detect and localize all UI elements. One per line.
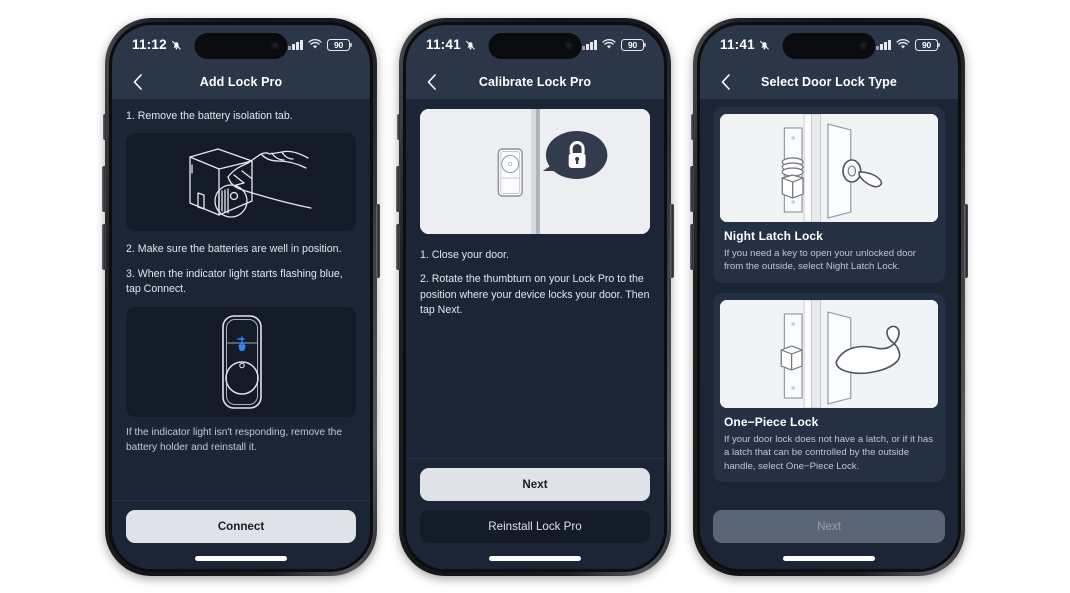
volume-up-button[interactable]: [396, 165, 400, 212]
step-1-text: 1. Close your door.: [420, 248, 509, 261]
bell-off-icon: [171, 40, 181, 50]
battery-level: 90: [627, 39, 638, 50]
page-title: Add Lock Pro: [199, 74, 283, 89]
one-piece-lock-illustration: [720, 299, 938, 408]
instructions-container: 1. Remove the battery isolation tab. 2. …: [112, 99, 370, 500]
connect-button[interactable]: Connect: [126, 509, 356, 543]
dynamic-island: [488, 32, 582, 59]
lock-option-title: Night Latch Lock: [724, 228, 823, 243]
lock-option-description: If your door lock does not have a latch,…: [724, 433, 934, 472]
phone-calibrate-lock-pro: 11:41 90 Calibrate Lock Pro 1. Close you…: [396, 17, 674, 576]
step-2-text: 2. Rotate the thumbturn on your Lock Pro…: [420, 273, 650, 316]
battery-level: 90: [921, 39, 932, 50]
screen-add-lock-pro: 11:12 90 Add Lock Pro 1. Remove the batt…: [112, 24, 370, 569]
battery-level: 90: [333, 39, 344, 50]
step-2-text: 2. Make sure the batteries are well in p…: [126, 243, 342, 255]
screen-content: 1. Close your door. 2. Rotate the thumbt…: [406, 98, 664, 569]
lock-option-night-latch[interactable]: Night Latch Lock If you need a key to op…: [713, 106, 945, 283]
nav-bar: Select Door Lock Type: [700, 65, 958, 99]
status-time-group: 11:41: [720, 37, 770, 52]
volume-down-button[interactable]: [102, 223, 106, 270]
home-indicator[interactable]: [195, 556, 287, 561]
cellular-signal-icon: [876, 40, 891, 50]
phone-add-lock-pro: 11:12 90 Add Lock Pro 1. Remove the batt…: [102, 17, 380, 576]
indicator-note-text: If the indicator light isn't responding,…: [126, 426, 343, 453]
status-bar: 11:41 90: [700, 25, 958, 65]
front-camera: [564, 41, 574, 50]
volume-up-button[interactable]: [102, 165, 106, 212]
footer-action-bar: Next Reinstall Lock Pro: [406, 457, 664, 569]
page-title: Calibrate Lock Pro: [478, 74, 592, 89]
battery-icon: 90: [327, 38, 352, 51]
phone-select-door-lock-type: 11:41 90 Select Door Lock Type Night Lat…: [690, 17, 968, 576]
wifi-icon: [602, 39, 616, 49]
status-time: 11:41: [720, 37, 755, 52]
back-button[interactable]: [420, 71, 442, 93]
front-camera: [858, 41, 868, 50]
power-button[interactable]: [670, 203, 674, 278]
silent-switch[interactable]: [103, 113, 107, 140]
dynamic-island: [194, 32, 288, 59]
battery-icon: 90: [621, 38, 646, 51]
screen-select-door-lock-type: 11:41 90 Select Door Lock Type Night Lat…: [700, 24, 958, 569]
dynamic-island: [782, 32, 876, 59]
status-bar: 11:12 90: [112, 25, 370, 65]
bell-off-icon: [759, 40, 769, 50]
lock-option-description: If you need a key to open your unlocked …: [724, 247, 917, 273]
bell-off-icon: [465, 40, 475, 50]
home-indicator[interactable]: [489, 556, 581, 561]
home-indicator[interactable]: [783, 556, 875, 561]
lock-option-one-piece[interactable]: One−Piece Lock If your door lock does no…: [713, 292, 945, 483]
volume-up-button[interactable]: [690, 165, 694, 212]
screen-content: Night Latch Lock If you need a key to op…: [700, 98, 958, 569]
battery-icon: 90: [915, 38, 940, 51]
status-indicators: 90: [876, 38, 940, 51]
reinstall-lock-pro-button[interactable]: Reinstall Lock Pro: [420, 509, 650, 543]
screen-content: 1. Remove the battery isolation tab. 2. …: [112, 98, 370, 569]
power-button[interactable]: [376, 203, 380, 278]
silent-switch[interactable]: [397, 113, 401, 140]
status-bar: 11:41 90: [406, 25, 664, 65]
power-button[interactable]: [964, 203, 968, 278]
step-1-text: 1. Remove the battery isolation tab.: [126, 109, 293, 122]
cellular-signal-icon: [288, 40, 303, 50]
next-button[interactable]: Next: [420, 467, 650, 501]
screen-calibrate-lock-pro: 11:41 90 Calibrate Lock Pro 1. Close you…: [406, 24, 664, 569]
lock-option-title: One−Piece Lock: [724, 414, 819, 429]
status-time-group: 11:12: [132, 37, 182, 52]
silent-switch[interactable]: [691, 113, 695, 140]
cellular-signal-icon: [582, 40, 597, 50]
nav-bar: Add Lock Pro: [112, 65, 370, 99]
step-3-text: 3. When the indicator light starts flash…: [126, 267, 343, 296]
page-title: Select Door Lock Type: [761, 74, 897, 89]
status-time: 11:41: [426, 37, 461, 52]
status-indicators: 90: [288, 38, 352, 51]
status-time: 11:12: [132, 37, 167, 52]
closed-door-with-lock-badge-illustration: [420, 108, 650, 234]
nav-bar: Calibrate Lock Pro: [406, 65, 664, 99]
wifi-icon: [308, 39, 322, 49]
screenshot-stage: 11:12 90 Add Lock Pro 1. Remove the batt…: [0, 0, 1070, 593]
next-button-disabled[interactable]: Next: [713, 509, 945, 543]
calibrate-steps: 1. Close your door. 2. Rotate the thumbt…: [420, 248, 650, 328]
back-button[interactable]: [714, 71, 736, 93]
front-camera: [270, 41, 280, 50]
status-indicators: 90: [582, 38, 646, 51]
hand-removing-battery-tab-illustration: [126, 133, 356, 231]
wifi-icon: [896, 39, 910, 49]
night-latch-lock-illustration: [720, 113, 938, 222]
calibrate-container: 1. Close your door. 2. Rotate the thumbt…: [406, 99, 664, 458]
status-time-group: 11:41: [426, 37, 476, 52]
volume-down-button[interactable]: [690, 223, 694, 270]
lock-type-list: Night Latch Lock If you need a key to op…: [700, 99, 958, 502]
volume-down-button[interactable]: [396, 223, 400, 270]
back-button[interactable]: [126, 71, 148, 93]
lock-body-indicator-light-illustration: [126, 306, 356, 417]
